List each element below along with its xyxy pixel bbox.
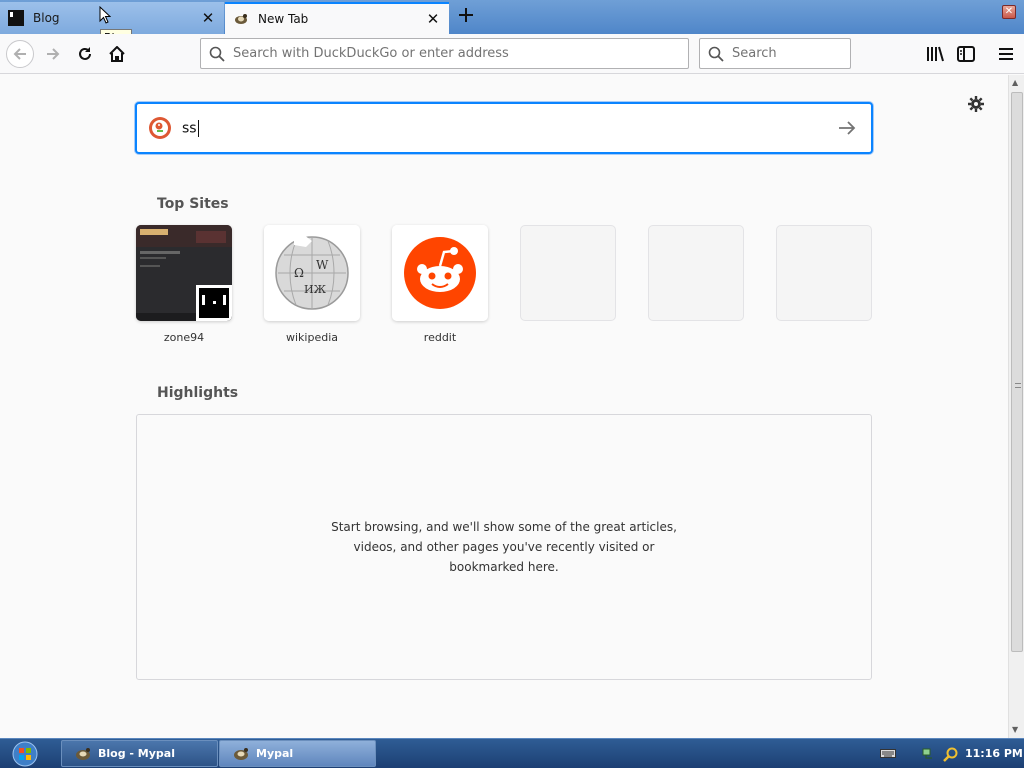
highlights-message: Start browsing, and we'll show some of t… [331, 520, 677, 574]
go-arrow-icon[interactable] [837, 118, 857, 138]
home-icon [109, 46, 125, 62]
new-tab-button[interactable] [455, 6, 477, 28]
search-placeholder: Search [732, 46, 777, 61]
taskbar-item-mypal[interactable]: Mypal [219, 740, 376, 767]
library-icon[interactable] [925, 44, 945, 64]
forward-button[interactable] [39, 40, 67, 68]
zone94-screenshot-icon [136, 225, 232, 321]
newtab-search-box[interactable]: ss [135, 102, 873, 154]
tab-new-tab[interactable]: New Tab ✕ [225, 2, 449, 34]
top-site-empty [520, 225, 616, 321]
top-site-wikipedia[interactable]: Ω W ИЖ wikipedia [264, 225, 360, 344]
search-icon [209, 46, 225, 62]
menu-icon[interactable] [996, 44, 1016, 64]
search-bar[interactable]: Search [699, 38, 851, 69]
close-icon[interactable]: ✕ [200, 10, 216, 26]
taskbar-item-label: Blog - Mypal [98, 747, 175, 760]
back-button[interactable] [6, 40, 34, 68]
top-site-label: wikipedia [285, 331, 338, 344]
scroll-up-arrow-icon[interactable]: ▲ [1012, 78, 1018, 87]
reddit-alien-icon [392, 225, 488, 321]
reload-button[interactable] [71, 40, 99, 68]
vertical-scrollbar[interactable]: ▲ ▼ [1008, 75, 1024, 738]
wikipedia-tile: Ω W ИЖ [264, 225, 360, 321]
search-tray-icon[interactable] [942, 747, 958, 763]
network-icon[interactable] [922, 747, 936, 761]
sidebar-toggle-icon[interactable] [956, 44, 976, 64]
empty-tile [776, 225, 872, 321]
empty-tile [648, 225, 744, 321]
taskbar-clock: 11:16 PM [965, 747, 1023, 760]
scrollbar-grip [1015, 383, 1021, 388]
mypal-icon [234, 747, 248, 760]
mouse-cursor-icon [99, 6, 111, 24]
taskbar-item-blog-mypal[interactable]: Blog - Mypal [61, 740, 218, 767]
address-bar[interactable]: Search with DuckDuckGo or enter address [200, 38, 689, 69]
top-site-empty [776, 225, 872, 321]
wikipedia-globe-icon: Ω W ИЖ [264, 225, 360, 321]
top-site-empty [648, 225, 744, 321]
scroll-down-arrow-icon[interactable]: ▼ [1012, 725, 1018, 734]
plus-icon [459, 8, 473, 22]
mypal-favicon-icon [235, 14, 247, 24]
blog-favicon-icon [8, 10, 24, 26]
new-tab-page: ss Top Sites zone94 Ω W ИЖ wikipedia red… [0, 75, 1008, 738]
taskbar-item-label: Mypal [256, 747, 294, 760]
scrollbar-thumb[interactable] [1011, 92, 1023, 652]
zone94-thumbnail [136, 225, 232, 321]
address-placeholder: Search with DuckDuckGo or enter address [233, 46, 509, 61]
keyboard-icon[interactable] [880, 747, 896, 759]
highlights-empty-state: Start browsing, and we'll show some of t… [136, 414, 872, 680]
top-site-zone94[interactable]: zone94 [136, 225, 232, 344]
top-site-reddit[interactable]: reddit [392, 225, 488, 344]
svg-text:ИЖ: ИЖ [304, 283, 327, 296]
reddit-tile [392, 225, 488, 321]
tab-label: New Tab [258, 12, 309, 26]
top-site-label: zone94 [163, 331, 205, 344]
empty-tile [520, 225, 616, 321]
start-button-icon[interactable] [6, 740, 44, 768]
highlights-heading: Highlights [157, 385, 239, 401]
search-icon [708, 46, 724, 62]
svg-text:W: W [316, 258, 329, 272]
navigation-toolbar: Search with DuckDuckGo or enter address … [0, 34, 1024, 74]
tab-strip: Blog ✕ New Tab ✕ ✕ [0, 0, 1024, 34]
forward-arrow-icon [47, 48, 60, 60]
back-arrow-icon [13, 48, 26, 60]
tab-label: Blog [33, 11, 60, 25]
top-sites-heading: Top Sites [157, 196, 229, 212]
top-site-label: reddit [423, 331, 457, 344]
taskbar: Blog - Mypal Mypal 11:16 PM [0, 738, 1024, 768]
mypal-icon [76, 747, 90, 760]
svg-text:Ω: Ω [294, 266, 304, 280]
duckduckgo-logo-icon [149, 117, 171, 139]
newtab-search-input: ss [182, 119, 199, 137]
close-icon[interactable]: ✕ [425, 11, 441, 27]
window-close-button[interactable]: ✕ [1002, 5, 1016, 19]
gear-icon[interactable] [967, 95, 985, 113]
reload-icon [79, 47, 91, 60]
home-button[interactable] [103, 40, 131, 68]
